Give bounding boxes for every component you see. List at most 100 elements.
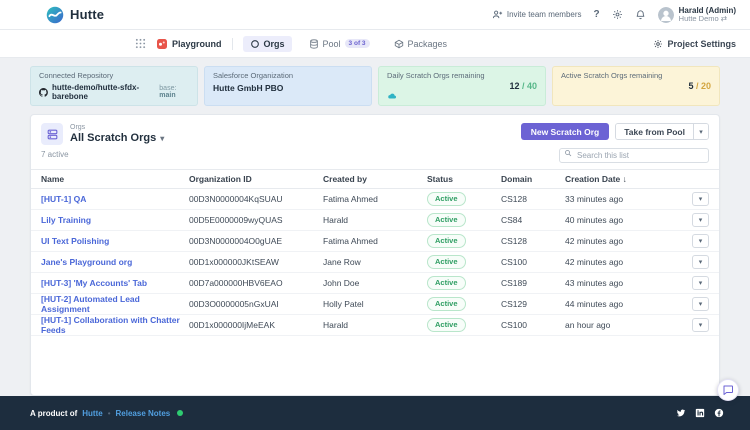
table-body: [HUT-1] QA 00D3N0000004KqSUAU Fatima Ahm… (31, 189, 719, 336)
org-name-link[interactable]: [HUT-1] Collaboration with Chatter Feeds (41, 315, 180, 335)
twitter-icon[interactable] (676, 408, 686, 418)
org-name-link[interactable]: [HUT-3] 'My Accounts' Tab (41, 278, 147, 288)
panel-title: All Scratch Orgs (70, 132, 157, 145)
apps-grid-icon[interactable] (135, 38, 146, 49)
domain-cell: CS128 (501, 194, 527, 204)
orgs-panel: Orgs All Scratch Orgs ▾ 7 active New Scr… (30, 114, 720, 396)
status-badge: Active (427, 318, 466, 332)
row-actions-dropdown[interactable]: ▾ (692, 318, 709, 332)
created-by-cell: Holly Patel (323, 299, 364, 309)
invite-label: Invite team members (506, 10, 582, 19)
project-settings-gear-icon (653, 39, 663, 49)
org-id-cell: 00D3N0000004KqSUAU (189, 194, 283, 204)
nav-left: Playground Orgs Pool 3 of 3 Packages (135, 35, 455, 52)
project-settings-label: Project Settings (667, 38, 736, 49)
table-row: [HUT-1] QA 00D3N0000004KqSUAU Fatima Ahm… (31, 189, 719, 210)
creation-date-cell: 40 minutes ago (565, 215, 624, 225)
invite-team-members-button[interactable]: Invite team members (492, 9, 582, 20)
pool-cylinder-icon (309, 38, 319, 49)
list-view-selector[interactable]: All Scratch Orgs ▾ (70, 132, 164, 144)
info-cards: Connected Repository hutte-demo/hutte-sf… (30, 66, 720, 106)
bell-icon[interactable] (635, 9, 646, 20)
created-by-cell: Fatima Ahmed (323, 236, 378, 246)
switch-org-icon[interactable]: ⇄ (721, 14, 727, 23)
col-status[interactable]: Status (427, 174, 501, 184)
row-actions-dropdown[interactable]: ▾ (692, 192, 709, 206)
org-name-link[interactable]: UI Text Polishing (41, 236, 109, 246)
release-notes-link[interactable]: Release Notes (116, 409, 171, 418)
table-row: [HUT-3] 'My Accounts' Tab 00D7a000000HBV… (31, 273, 719, 294)
col-name[interactable]: Name (41, 174, 189, 184)
chat-fab-button[interactable] (717, 379, 739, 401)
take-from-pool-button[interactable]: Take from Pool (616, 124, 693, 139)
org-name-link[interactable]: Jane's Playground org (41, 257, 132, 267)
domain-cell: CS84 (501, 215, 523, 225)
package-box-icon (394, 39, 404, 49)
status-badge: Active (427, 192, 466, 206)
repo-name[interactable]: hutte-demo/hutte-sfdx-barebone (52, 83, 155, 101)
project-settings-button[interactable]: Project Settings (653, 39, 736, 49)
row-actions-dropdown[interactable]: ▾ (692, 234, 709, 248)
row-actions-dropdown[interactable]: ▾ (692, 213, 709, 227)
user-info: Harald (Admin) Hutte Demo ⇄ (679, 6, 736, 24)
creation-date-cell: an hour ago (565, 320, 611, 330)
col-creation-date[interactable]: Creation Date ↓ (565, 174, 681, 184)
org-name-link[interactable]: [HUT-2] Automated Lead Assignment (41, 294, 140, 314)
tab-pool[interactable]: Pool 3 of 3 (302, 36, 377, 52)
org-id-cell: 00D1x000000IjMeEAK (189, 320, 276, 330)
table-header: Name Organization ID Created by Status D… (31, 169, 719, 189)
table-row: UI Text Polishing 00D3N0000004O0gUAE Fat… (31, 231, 719, 252)
row-actions-dropdown[interactable]: ▾ (692, 297, 709, 311)
col-org-id[interactable]: Organization ID (189, 174, 323, 184)
brand[interactable]: Hutte (46, 6, 104, 24)
table-row: [HUT-1] Collaboration with Chatter Feeds… (31, 315, 719, 336)
sf-card-title: Salesforce Organization (213, 71, 294, 80)
panel-kicker: Orgs (70, 123, 86, 131)
new-scratch-org-button[interactable]: New Scratch Org (520, 123, 610, 140)
row-actions-dropdown[interactable]: ▾ (692, 255, 709, 269)
take-from-pool-dropdown[interactable]: ▾ (693, 124, 708, 139)
social-links (676, 408, 724, 418)
org-id-cell: 00D3O0000005nGxUAI (189, 299, 279, 309)
org-id-cell: 00D7a000000HBV6EAO (189, 278, 283, 288)
playground-label: Playground (172, 38, 222, 49)
tab-packages[interactable]: Packages (387, 36, 455, 52)
col-created-by[interactable]: Created by (323, 174, 427, 184)
settings-gear-icon[interactable] (612, 9, 623, 20)
chevron-down-icon: ▾ (160, 133, 165, 143)
facebook-icon[interactable] (714, 408, 724, 418)
app-title: Hutte (70, 7, 105, 22)
domain-cell: CS128 (501, 236, 527, 246)
org-name-link[interactable]: [HUT-1] QA (41, 194, 86, 204)
creation-date-cell: 42 minutes ago (565, 257, 624, 267)
footer-prefix: A product of (30, 408, 78, 418)
hutte-footer-link[interactable]: Hutte (82, 409, 102, 418)
repo-card-title: Connected Repository (39, 71, 114, 80)
domain-cell: CS129 (501, 299, 527, 309)
chat-bubble-icon (723, 385, 733, 395)
user-menu[interactable]: Harald (Admin) Hutte Demo ⇄ (657, 6, 736, 24)
panel-header: Orgs All Scratch Orgs ▾ 7 active New Scr… (31, 115, 719, 169)
orgs-panel-icon (41, 123, 63, 145)
tab-orgs-label: Orgs (263, 38, 285, 49)
connected-repository-card: Connected Repository hutte-demo/hutte-sf… (30, 66, 198, 106)
daily-scratch-orgs-card: Daily Scratch Orgs remaining 12 / 40 (378, 66, 546, 106)
active-count-label: 7 active (41, 150, 69, 159)
daily-card-title: Daily Scratch Orgs remaining (387, 71, 485, 80)
search-input[interactable] (559, 148, 709, 163)
created-by-cell: John Doe (323, 278, 360, 288)
org-name-link[interactable]: Lily Training (41, 215, 91, 225)
col-domain[interactable]: Domain (501, 174, 565, 184)
creation-date-cell: 42 minutes ago (565, 236, 624, 246)
linkedin-icon[interactable] (695, 408, 705, 418)
row-actions-dropdown[interactable]: ▾ (692, 276, 709, 290)
avatar (657, 6, 674, 23)
playground-selector[interactable]: Playground (156, 38, 222, 50)
creation-date-cell: 43 minutes ago (565, 278, 624, 288)
sf-org-name: Hutte GmbH PBO (213, 83, 284, 93)
daily-quota-value: 12 / 40 (509, 81, 537, 91)
creation-date-cell: 44 minutes ago (565, 299, 624, 309)
tab-orgs[interactable]: Orgs (242, 35, 292, 52)
nav-divider (231, 37, 233, 50)
help-icon[interactable]: ? (594, 9, 600, 20)
